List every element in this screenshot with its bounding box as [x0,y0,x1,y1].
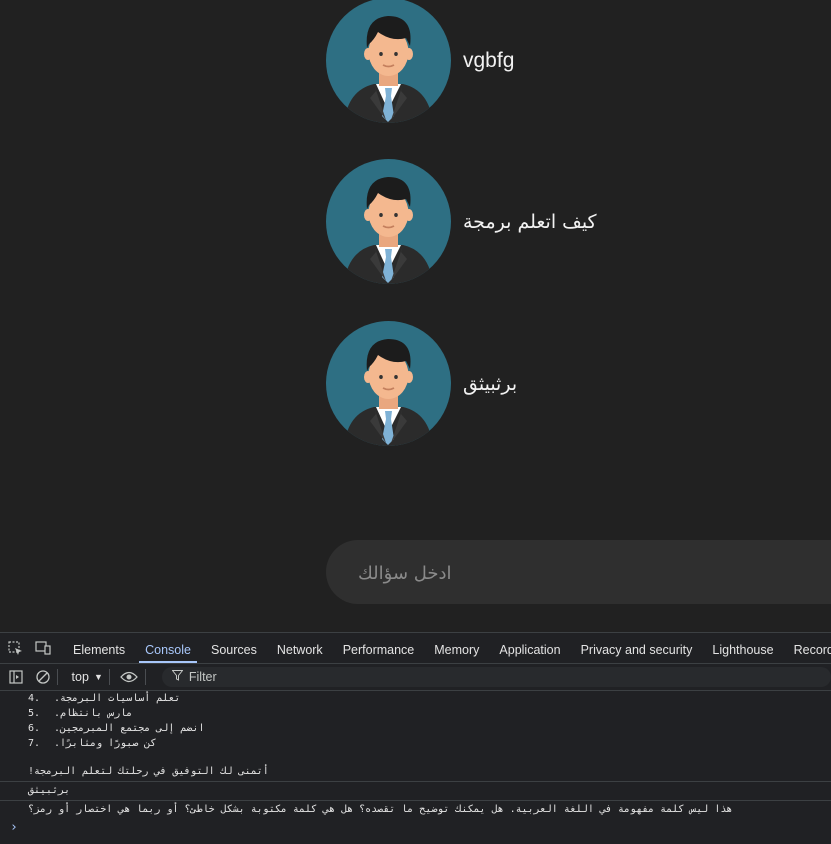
tab-network[interactable]: Network [267,633,333,663]
list-number: 4. [28,693,41,704]
divider [56,669,58,685]
message-text: vgbfg [463,48,515,72]
message-text: برثبيثق [463,372,518,395]
question-input-box[interactable] [326,540,831,604]
eye-icon[interactable] [120,669,139,685]
inspect-element-icon[interactable] [8,640,23,656]
list-number: 5. [28,708,41,719]
chat-message: vgbfg [326,0,514,123]
divider [144,669,146,685]
sidebar-toggle-icon[interactable] [8,669,23,685]
divider [108,669,110,685]
console-log-line: برثبيثق [0,781,831,800]
list-item: 5. مارس بانتظام. [0,706,831,721]
filter-icon [171,670,184,684]
chat-message: برثبيثق [326,321,517,446]
tab-sources[interactable]: Sources [201,633,267,663]
context-label: top [71,670,89,684]
chat-message: كيف اتعلم برمجة [326,159,597,284]
tab-elements[interactable]: Elements [63,633,135,663]
list-text: مارس بانتظام. [54,708,133,719]
filter-placeholder: Filter [188,670,217,684]
list-item: 4. تعلم أساسيات البرمجة. [0,691,831,706]
list-text: تعلم أساسيات البرمجة. [54,693,181,704]
console-output: 4. تعلم أساسيات البرمجة. 5. مارس بانتظام… [0,691,831,837]
question-input[interactable] [356,554,831,592]
list-number: 6. [28,723,41,734]
devtools-panel: Elements Console Sources Network Perform… [0,632,831,844]
console-prompt[interactable]: › [0,819,831,837]
list-item: 6. انضم إلى مجتمع المبرمجين. [0,721,831,736]
tab-console[interactable]: Console [135,633,201,663]
message-text: كيف اتعلم برمجة [463,210,597,233]
console-log-line: هذا ليس كلمة مفهومة في اللغة العربية. هل… [0,800,831,819]
list-text: انضم إلى مجتمع المبرمجين. [54,723,205,734]
tab-privacy-and-security[interactable]: Privacy and security [571,633,703,663]
businessman-avatar-icon [326,159,451,284]
tab-performance[interactable]: Performance [333,633,425,663]
filter-input[interactable]: Filter [161,667,831,687]
chevron-down-icon: ▼ [93,672,103,682]
chat-area: vgbfg كيف اتعلم برمجة برثبيثق [0,0,831,632]
tab-application[interactable]: Application [489,633,570,663]
console-log-line: أتمنى لك التوفيق في رحلتك لتعلم البرمجة! [28,766,269,777]
list-text: كن صبورًا ومثابرًا. [54,738,157,749]
list-number: 7. [28,738,41,749]
businessman-avatar-icon [326,0,451,123]
console-toolbar: top ▼ Filter [0,664,831,691]
tab-memory[interactable]: Memory [424,633,489,663]
device-toolbar-icon[interactable] [35,640,51,656]
context-selector[interactable]: top ▼ [72,670,103,684]
devtools-tab-bar: Elements Console Sources Network Perform… [0,633,831,664]
tab-lighthouse[interactable]: Lighthouse [702,633,783,663]
tab-recorder[interactable]: Recorder [784,633,831,663]
clear-console-icon[interactable] [35,669,50,685]
businessman-avatar-icon [326,321,451,446]
list-item: 7. كن صبورًا ومثابرًا. [0,736,831,751]
